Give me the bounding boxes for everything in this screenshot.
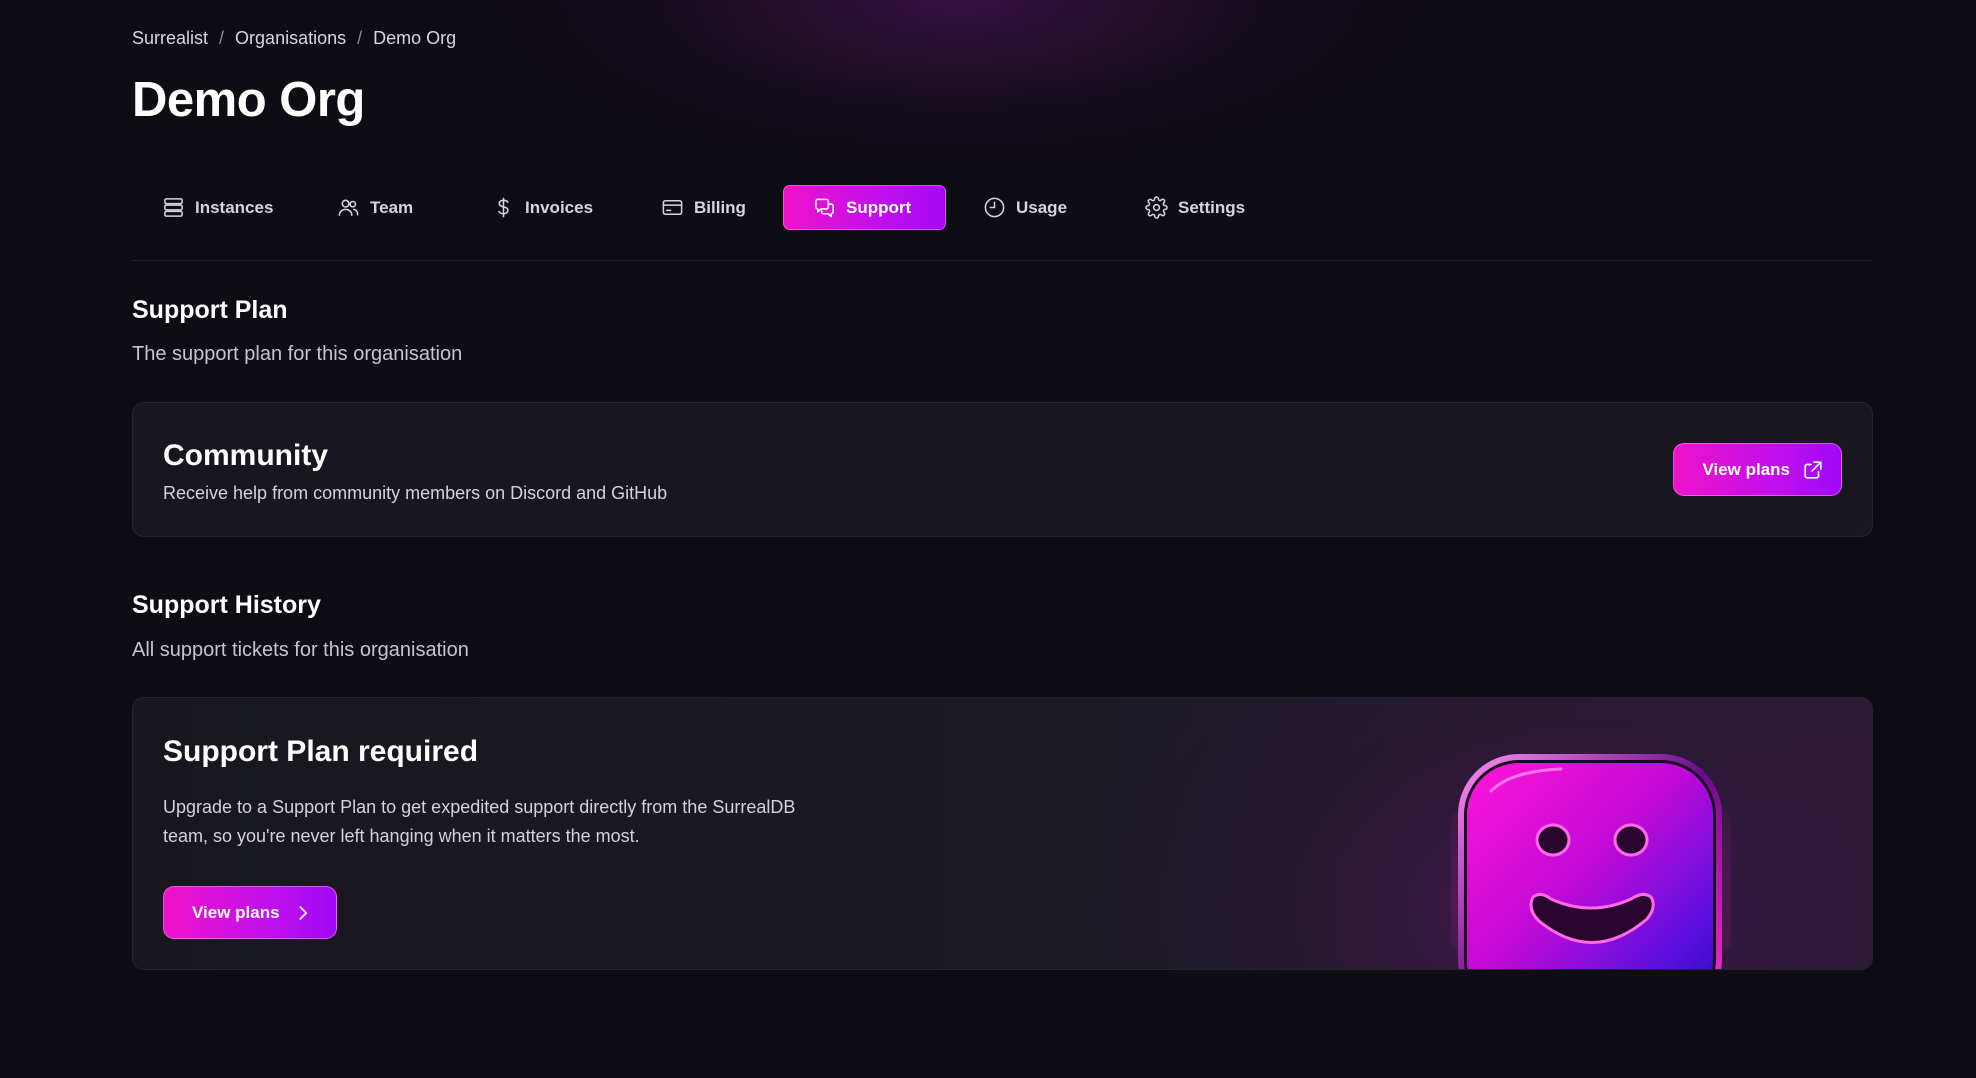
- support-plan-description: The support plan for this organisation: [132, 343, 463, 365]
- plan-description: Receive help from community members on D…: [163, 483, 668, 503]
- tab-support[interactable]: Support: [783, 185, 946, 230]
- support-history-description: All support tickets for this organisatio…: [132, 639, 469, 661]
- tab-usage[interactable]: Usage: [953, 185, 1091, 230]
- tab-instances-label: Instances: [195, 197, 274, 217]
- breadcrumb: Surrealist / Organisations / Demo Org: [132, 28, 456, 49]
- page-title: Demo Org: [132, 73, 365, 127]
- external-link-icon: [1804, 460, 1822, 479]
- tab-billing-label: Billing: [694, 197, 746, 217]
- tab-team[interactable]: Team: [307, 185, 437, 230]
- users-icon: [338, 199, 359, 216]
- support-plan-card: Community Receive help from community me…: [132, 402, 1873, 537]
- plan-name: Community: [163, 439, 328, 472]
- support-page: Surrealist / Organisations / Demo Org De…: [0, 0, 1976, 1078]
- view-plans-cta-button[interactable]: View plans: [163, 886, 337, 939]
- breadcrumb-current-org: Demo Org: [373, 28, 457, 48]
- view-plans-button-label: View plans: [1702, 459, 1790, 479]
- tab-usage-label: Usage: [1016, 197, 1068, 217]
- smiley-mascot-illustration: [1451, 751, 1731, 969]
- clock-icon: [984, 197, 1005, 218]
- org-tabs: Instances Team Invoices Billing Support …: [132, 185, 1873, 261]
- chat-bubbles-icon: [815, 198, 834, 218]
- support-history-heading: Support History: [132, 591, 321, 619]
- view-plans-cta-label: View plans: [192, 902, 280, 922]
- tab-team-label: Team: [370, 197, 414, 217]
- support-plan-required-title: Support Plan required: [163, 735, 479, 768]
- chevron-right-icon: [298, 905, 307, 920]
- view-plans-button[interactable]: View plans: [1673, 443, 1842, 496]
- support-plan-heading: Support Plan: [132, 296, 288, 324]
- support-history-empty-card: Support Plan required Upgrade to a Suppo…: [132, 697, 1873, 970]
- tab-instances[interactable]: Instances: [132, 185, 297, 230]
- tab-settings-label: Settings: [1178, 197, 1246, 217]
- tab-settings[interactable]: Settings: [1115, 185, 1269, 230]
- tab-support-label: Support: [846, 197, 912, 217]
- breadcrumb-surrealist[interactable]: Surrealist: [132, 28, 208, 49]
- credit-card-icon: [662, 200, 683, 215]
- tab-invoices-label: Invoices: [525, 197, 594, 217]
- tab-billing[interactable]: Billing: [631, 185, 770, 230]
- support-plan-required-description: Upgrade to a Support Plan to get expedit…: [163, 797, 796, 846]
- gear-icon: [1145, 196, 1168, 219]
- dollar-icon: [498, 197, 509, 218]
- breadcrumb-separator: /: [357, 28, 363, 48]
- tab-invoices[interactable]: Invoices: [462, 185, 617, 230]
- breadcrumb-separator: /: [219, 28, 225, 48]
- breadcrumb-organisations[interactable]: Organisations: [235, 28, 346, 49]
- server-stack-icon: [164, 198, 183, 217]
